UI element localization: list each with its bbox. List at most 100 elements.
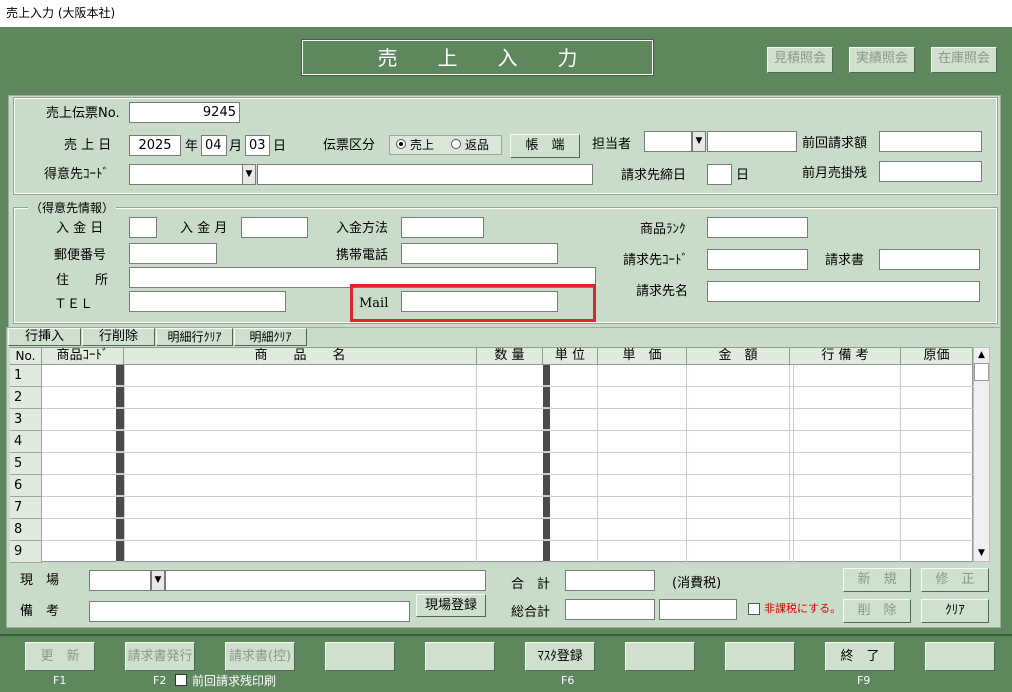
row-number: 6 — [10, 475, 42, 497]
mobile-phone-label: 携帯電話 — [336, 248, 389, 263]
exit-button[interactable]: 終 了 — [825, 642, 895, 671]
scroll-thumb[interactable] — [974, 363, 989, 381]
table-row[interactable] — [42, 386, 973, 387]
ledger-button[interactable]: 帳 端 — [510, 134, 580, 158]
slip-no-label: 売上伝票No. — [46, 106, 120, 121]
prev-receivable-field — [879, 161, 982, 182]
customer-dropdown-arrow-icon[interactable]: ▼ — [242, 164, 256, 185]
slip-no-field[interactable]: 9245 — [129, 102, 240, 123]
col-product-name: 商 品 名 — [124, 348, 477, 365]
fn10-button[interactable] — [925, 642, 995, 671]
f6-key-label: F6 — [561, 674, 575, 687]
clear-detail-row-button[interactable]: 明細行ｸﾘｱ — [156, 328, 233, 346]
tax-exempt-label: 非課税にする。 — [764, 602, 842, 615]
estimate-lookup-button[interactable]: 見積照会 — [767, 47, 833, 73]
radio-sales-label: 売上 — [410, 138, 435, 152]
scroll-up-icon[interactable]: ▲ — [974, 348, 989, 363]
page-title: 売 上 入 力 — [377, 46, 578, 70]
note-field[interactable] — [89, 601, 410, 622]
site-code-select[interactable] — [89, 570, 151, 591]
f1-key-label: F1 — [53, 674, 67, 687]
postal-code-label: 郵便番号 — [54, 248, 107, 263]
f2-key-label: F2 — [153, 674, 167, 687]
code-lookup-strip[interactable] — [116, 365, 124, 562]
address-label: 住 所 — [56, 273, 109, 288]
postal-code-field — [129, 243, 217, 264]
mobile-phone-field — [401, 243, 558, 264]
clear-details-button[interactable]: 明細ｸﾘｱ — [234, 328, 307, 346]
staff-label: 担当者 — [592, 137, 632, 152]
fn8-button[interactable] — [725, 642, 795, 671]
insert-row-button[interactable]: 行挿入 — [8, 328, 81, 346]
grid-vline — [793, 365, 794, 562]
table-row[interactable] — [42, 452, 973, 453]
edit-button[interactable]: 修 正 — [921, 568, 989, 592]
invoice-copy-button[interactable]: 請求書(控) — [225, 642, 295, 671]
month-field[interactable]: 04 — [201, 135, 227, 156]
customer-name-field[interactable] — [257, 164, 593, 185]
fn5-button[interactable] — [425, 642, 495, 671]
staff-name-field[interactable] — [707, 131, 797, 152]
billing-name-field — [707, 281, 980, 302]
fn4-button[interactable] — [325, 642, 395, 671]
window-title: 売上入力 (大阪本社) — [6, 6, 116, 20]
billing-name-label: 請求先名 — [636, 284, 689, 299]
f9-key-label: F9 — [857, 674, 871, 687]
delete-button[interactable]: 削 除 — [843, 599, 911, 623]
tax-field — [659, 599, 737, 620]
row-number: 5 — [10, 453, 42, 475]
note-label: 備 考 — [20, 604, 60, 619]
table-row[interactable] — [42, 408, 973, 409]
table-row[interactable] — [42, 540, 973, 541]
staff-dropdown-arrow-icon[interactable]: ▼ — [692, 131, 706, 152]
table-row[interactable] — [42, 518, 973, 519]
col-no: No. — [10, 348, 42, 365]
update-button[interactable]: 更 新 — [25, 642, 95, 671]
radio-return-label: 返品 — [465, 138, 490, 152]
month-unit: 月 — [229, 139, 243, 154]
total-field — [565, 570, 655, 591]
table-row[interactable] — [42, 562, 973, 563]
col-product-code: 商品ｺｰﾄﾞ — [42, 348, 124, 365]
row-number: 8 — [10, 519, 42, 541]
customer-code-select[interactable] — [129, 164, 243, 185]
radio-return[interactable] — [451, 139, 461, 149]
product-rank-label: 商品ﾗﾝｸ — [640, 222, 686, 237]
grid-vline — [900, 365, 901, 562]
year-field[interactable]: 2025 — [129, 135, 181, 156]
tax-exempt-checkbox[interactable] — [748, 603, 760, 615]
delete-row-button[interactable]: 行削除 — [82, 328, 155, 346]
table-row[interactable] — [42, 496, 973, 497]
fn7-button[interactable] — [625, 642, 695, 671]
customer-code-label: 得意先ｺｰﾄﾞ — [44, 167, 110, 182]
unit-lookup-strip[interactable] — [543, 365, 550, 562]
master-register-button[interactable]: ﾏｽﾀ登録 — [525, 642, 595, 671]
col-unit: 単 位 — [543, 348, 598, 365]
invoice-field — [879, 249, 980, 270]
deposit-month-label: 入 金 月 — [180, 221, 228, 236]
prev-unpaid-print-checkbox[interactable] — [175, 674, 187, 686]
site-register-button[interactable]: 現場登録 — [416, 594, 486, 617]
slip-type-label: 伝票区分 — [323, 138, 376, 153]
staff-code-select[interactable] — [644, 131, 692, 152]
site-dropdown-arrow-icon[interactable]: ▼ — [151, 570, 165, 591]
day-field[interactable]: 03 — [245, 135, 270, 156]
row-number: 9 — [10, 541, 42, 563]
col-amount: 金 額 — [687, 348, 790, 365]
issue-invoice-button[interactable]: 請求書発行 — [125, 642, 195, 671]
grid-vline — [686, 365, 687, 562]
prev-unpaid-print-label: 前回請求残印刷 — [192, 674, 277, 688]
row-number: 7 — [10, 497, 42, 519]
tel-field — [129, 291, 286, 312]
day-unit: 日 — [273, 139, 287, 154]
table-row[interactable] — [42, 430, 973, 431]
stock-lookup-button[interactable]: 在庫照会 — [931, 47, 997, 73]
new-button[interactable]: 新 規 — [843, 568, 911, 592]
clear-button[interactable]: ｸﾘｱ — [921, 599, 989, 623]
results-lookup-button[interactable]: 実績照会 — [849, 47, 915, 73]
site-name-field[interactable] — [165, 570, 486, 591]
table-row[interactable] — [42, 474, 973, 475]
scroll-down-icon[interactable]: ▼ — [974, 546, 989, 561]
row-number: 2 — [10, 387, 42, 409]
radio-sales[interactable] — [396, 139, 406, 149]
